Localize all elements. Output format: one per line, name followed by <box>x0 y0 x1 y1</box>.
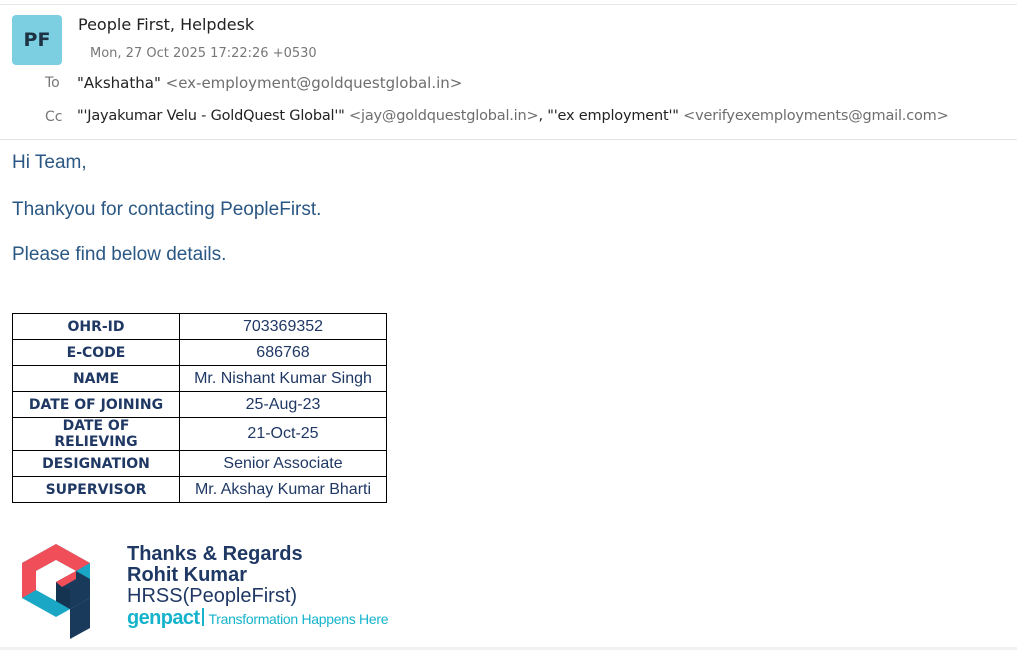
field-value: 703369352 <box>179 313 387 340</box>
employee-details-table: OHR-ID 703369352 E-CODE 686768 NAME Mr. Nis… <box>12 313 387 503</box>
field-label: OHR-ID <box>12 313 180 340</box>
field-label: DATE OF RELIEVING <box>12 417 180 451</box>
body-line: Thankyou for contacting PeopleFirst. <box>12 199 322 220</box>
field-label: E-CODE <box>12 339 180 366</box>
recipient-address[interactable]: <ex-employment@goldquestglobal.in> <box>166 74 463 92</box>
signature-closing: Thanks & Regards <box>127 543 303 565</box>
signature-name: Rohit Kumar <box>127 564 247 586</box>
cc-recipient-name[interactable]: "'Jayakumar Velu - GoldQuest Global'" <box>77 108 345 124</box>
field-value: 21-Oct-25 <box>179 417 387 451</box>
field-label: NAME <box>12 365 180 392</box>
signature-team: HRSS(PeopleFirst) <box>127 585 298 607</box>
recipient-name[interactable]: "Akshatha" <box>77 74 161 92</box>
table-row: NAME Mr. Nishant Kumar Singh <box>12 365 387 392</box>
table-row: E-CODE 686768 <box>12 339 387 366</box>
to-label: To <box>45 75 60 91</box>
cc-label: Cc <box>45 109 63 125</box>
sender-avatar: PF <box>12 15 62 65</box>
genpact-g-logo-icon <box>22 544 90 639</box>
field-label: DESIGNATION <box>12 450 180 477</box>
cc-separator: , <box>538 108 548 124</box>
sender-name[interactable]: People First, Helpdesk <box>78 15 254 34</box>
brand-tagline: Transformation Happens Here <box>208 611 389 627</box>
field-value: Mr. Akshay Kumar Bharti <box>179 476 387 503</box>
cc-recipients: "'Jayakumar Velu - GoldQuest Global'" <j… <box>77 108 949 124</box>
table-row: SUPERVISOR Mr. Akshay Kumar Bharti <box>12 476 387 503</box>
cc-recipient-address[interactable]: <jay@goldquestglobal.in> <box>349 108 539 124</box>
table-row: OHR-ID 703369352 <box>12 313 387 340</box>
table-row: DESIGNATION Senior Associate <box>12 450 387 477</box>
to-recipients: "Akshatha" <ex-employment@goldquestgloba… <box>77 74 462 92</box>
top-divider <box>0 4 1017 5</box>
header-divider <box>0 139 1017 140</box>
to-row: To "Akshatha" <ex-employment@goldquestgl… <box>0 74 1017 96</box>
genpact-brand-line: genpact Transformation Happens Here <box>127 607 388 630</box>
table-row: DATE OF JOINING 25-Aug-23 <box>12 391 387 418</box>
field-value: 25-Aug-23 <box>179 391 387 418</box>
field-label: DATE OF JOINING <box>12 391 180 418</box>
table-row: DATE OF RELIEVING 21-Oct-25 <box>12 417 387 451</box>
brand-divider <box>202 608 205 626</box>
email-date: Mon, 27 Oct 2025 17:22:26 +0530 <box>90 46 317 61</box>
cc-row: Cc "'Jayakumar Velu - GoldQuest Global'"… <box>0 108 1017 130</box>
brand-wordmark: genpact <box>127 607 200 629</box>
field-value: Mr. Nishant Kumar Singh <box>179 365 387 392</box>
greeting: Hi Team, <box>12 152 87 173</box>
field-label: SUPERVISOR <box>12 476 180 503</box>
field-value: 686768 <box>179 339 387 366</box>
cc-recipient-address[interactable]: <verifyexemployments@gmail.com> <box>683 108 949 124</box>
cc-recipient-name[interactable]: "'ex employment'" <box>547 108 679 124</box>
body-line: Please find below details. <box>12 244 227 265</box>
field-value: Senior Associate <box>179 450 387 477</box>
